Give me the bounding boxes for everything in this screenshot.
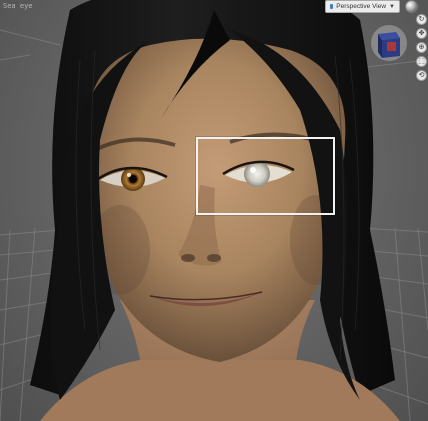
camera-icon (330, 4, 334, 9)
3d-viewport[interactable]: Sea eye Perspective View ▼ ↻ ✥ ⊕ ⬚ ⟲ (0, 0, 428, 421)
chevron-down-icon: ▼ (389, 3, 395, 10)
selection-box[interactable] (196, 137, 335, 215)
view-selector-dropdown[interactable]: Perspective View ▼ (325, 0, 400, 13)
view-cube-icon[interactable] (370, 24, 408, 62)
camera-label: Sea eye (3, 2, 33, 10)
preview-sphere-icon[interactable] (405, 0, 418, 13)
view-selector-label: Perspective View (336, 3, 387, 10)
zoom-icon[interactable]: ⊕ (416, 42, 427, 53)
navigation-tools: ↻ ✥ ⊕ ⬚ ⟲ (415, 14, 428, 84)
rotate-icon[interactable]: ↻ (416, 14, 427, 25)
frame-icon[interactable]: ⬚ (416, 56, 427, 67)
reset-icon[interactable]: ⟲ (416, 70, 427, 81)
pan-icon[interactable]: ✥ (416, 28, 427, 39)
